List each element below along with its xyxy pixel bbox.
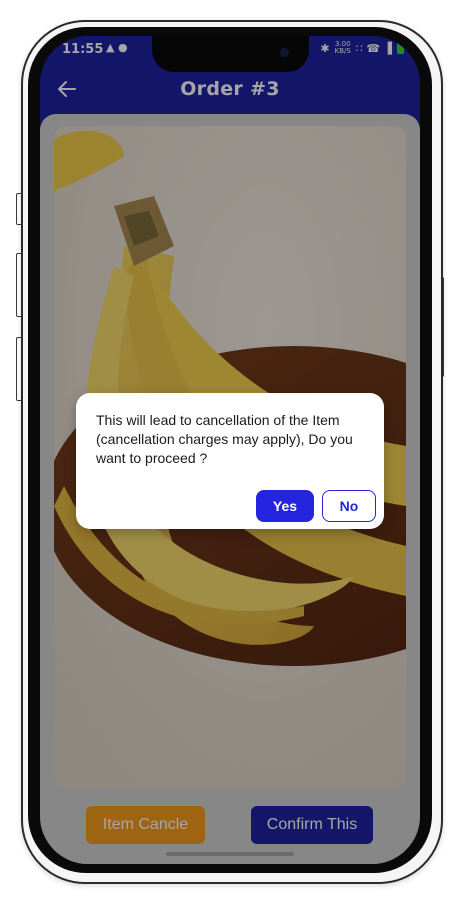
yes-button[interactable]: Yes <box>256 490 314 522</box>
dialog-message: This will lead to cancellation of the It… <box>96 412 353 466</box>
no-button[interactable]: No <box>322 490 376 522</box>
home-indicator[interactable] <box>166 852 294 856</box>
cancel-confirmation-dialog: This will lead to cancellation of the It… <box>76 393 384 529</box>
